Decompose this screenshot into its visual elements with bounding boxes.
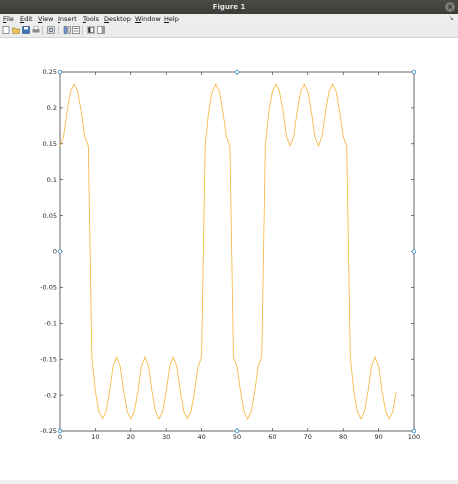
y-tick-label: -0.05 — [40, 284, 57, 292]
y-tick-label: 0.2 — [47, 104, 57, 112]
show-plot-tools-icon[interactable] — [97, 26, 105, 34]
menu-overflow-icon[interactable]: ↘ — [449, 14, 454, 24]
y-tick-label: 0 — [53, 248, 57, 256]
y-tick-label: 0.1 — [47, 176, 57, 184]
y-tick-label: -0.1 — [44, 320, 57, 328]
x-tick-label: 10 — [91, 433, 99, 441]
window-title: Figure 1 — [212, 3, 246, 11]
x-tick-label: 30 — [162, 433, 170, 441]
menu-tools[interactable]: Tools — [83, 14, 99, 24]
menu-desktop[interactable]: Desktop — [104, 14, 131, 24]
x-tick-label: 70 — [304, 433, 312, 441]
insert-legend-icon[interactable] — [72, 26, 80, 34]
plot-area[interactable] — [59, 71, 415, 432]
x-tick-label: 40 — [197, 433, 205, 441]
selection-handle[interactable] — [234, 428, 240, 434]
menubar: ↘ File Edit View Insert Tools Desktop Window He… — [0, 14, 458, 24]
link-plot-icon[interactable] — [47, 26, 55, 34]
x-tick-label: 20 — [127, 433, 135, 441]
toolbar — [0, 24, 458, 38]
y-tick-label: -0.2 — [44, 391, 57, 399]
new-figure-icon[interactable] — [2, 26, 10, 34]
y-tick-label: 0.25 — [43, 68, 57, 76]
menu-view[interactable]: View — [38, 14, 53, 24]
selection-handle[interactable] — [57, 428, 63, 434]
menu-window[interactable]: Window — [135, 14, 161, 24]
line-chart[interactable]: 0 10 20 30 40 50 60 70 80 90 100 -0.25 -0.2 -0.15 -0.1… — [0, 38, 458, 480]
print-icon[interactable] — [32, 26, 40, 34]
y-tick-label: -0.15 — [40, 355, 57, 363]
selection-handle[interactable] — [57, 249, 63, 254]
selection-handle[interactable] — [411, 249, 417, 254]
save-icon[interactable] — [22, 26, 30, 34]
x-tick-label: 50 — [233, 433, 241, 441]
selection-handle[interactable] — [57, 69, 63, 75]
menu-edit[interactable]: Edit — [20, 14, 33, 24]
selection-handle[interactable] — [411, 69, 417, 75]
insert-colorbar-icon[interactable] — [63, 26, 71, 34]
y-tick-label: 0.05 — [43, 212, 57, 220]
x-tick-label: 80 — [339, 433, 347, 441]
y-tick-label: 0.15 — [43, 140, 57, 148]
window-titlebar: Figure 1 × — [0, 0, 458, 14]
menu-insert[interactable]: Insert — [58, 14, 77, 24]
x-tick-label: 90 — [374, 433, 382, 441]
x-tick-label: 100 — [408, 433, 420, 441]
toolbar-separator — [58, 26, 59, 35]
y-tick-label: -0.25 — [40, 427, 57, 435]
toolbar-separator — [42, 26, 43, 35]
figure-canvas: 0 10 20 30 40 50 60 70 80 90 100 -0.25 -0.2 -0.15 -0.1… — [0, 38, 458, 480]
menu-file[interactable]: File — [3, 14, 14, 24]
hide-plot-tools-icon[interactable] — [87, 26, 95, 34]
x-tick-label: 0 — [58, 433, 62, 441]
close-button[interactable]: × — [445, 2, 455, 12]
open-file-icon[interactable] — [12, 26, 20, 34]
toolbar-separator — [82, 26, 83, 35]
menu-help[interactable]: Help — [164, 14, 179, 24]
x-tick-label: 60 — [268, 433, 276, 441]
selection-handle[interactable] — [234, 69, 240, 75]
close-icon: × — [447, 3, 453, 11]
selection-handle[interactable] — [411, 428, 417, 434]
